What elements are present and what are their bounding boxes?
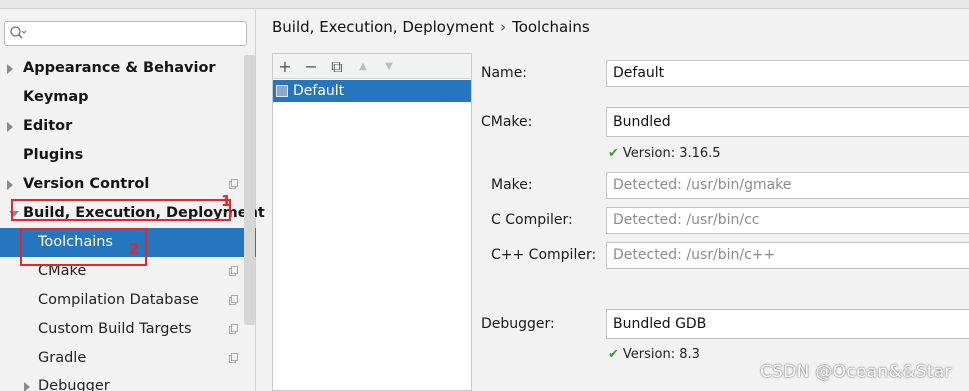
window-title-strip — [0, 0, 969, 9]
sidebar-item-label: Plugins — [23, 147, 84, 163]
sidebar-item-appearance[interactable]: Appearance & Behavior — [0, 54, 244, 83]
toolchain-icon — [276, 85, 288, 97]
annotation-box-2 — [20, 228, 147, 266]
copy-toolchain-button[interactable]: ⧉ — [327, 57, 347, 77]
debugger-version-text: Version: 8.3 — [622, 347, 700, 362]
cmake-version: ✔ Version: 3.16.5 — [608, 146, 721, 161]
sidebar-item-label: Compilation Database — [38, 292, 199, 308]
sidebar-item-custom-build-targets[interactable]: Custom Build Targets — [0, 315, 244, 344]
sidebar-scrollbar[interactable] — [244, 55, 255, 325]
cmake-label: CMake: — [481, 114, 533, 130]
sidebar-item-label: Custom Build Targets — [38, 321, 192, 337]
debugger-version: ✔ Version: 8.3 — [608, 347, 700, 362]
project-settings-icon — [229, 353, 238, 363]
name-field[interactable]: Default — [606, 60, 969, 87]
project-settings-icon — [229, 324, 238, 334]
expand-arrow-icon[interactable] — [24, 382, 30, 391]
expand-arrow-icon[interactable] — [7, 64, 13, 74]
sidebar-item-gradle[interactable]: Gradle — [0, 344, 244, 373]
breadcrumb-separator: › — [500, 18, 507, 36]
make-field[interactable]: Detected: /usr/bin/gmake — [606, 172, 969, 199]
c-compiler-label: C Compiler: — [491, 212, 573, 228]
debugger-label: Debugger: — [481, 316, 555, 332]
cpp-compiler-label: C++ Compiler: — [491, 247, 597, 263]
sidebar-item-compilation-database[interactable]: Compilation Database — [0, 286, 244, 315]
c-compiler-field[interactable]: Detected: /usr/bin/cc — [606, 207, 969, 234]
sidebar-item-label: Version Control — [23, 176, 150, 192]
sidebar-item-plugins[interactable]: Plugins — [0, 141, 244, 170]
project-settings-icon — [229, 266, 238, 276]
remove-toolchain-button[interactable]: − — [301, 57, 321, 77]
make-label: Make: — [491, 177, 533, 193]
watermark: CSDN @Ocean&&Star — [760, 362, 952, 382]
project-settings-icon — [229, 179, 238, 189]
sidebar-item-label: Editor — [23, 118, 73, 134]
check-icon: ✔ — [608, 347, 619, 362]
annotation-number-2: 2 — [129, 240, 140, 258]
search-icon — [10, 26, 27, 39]
toolchain-list — [272, 53, 472, 391]
sidebar-item-label: Debugger — [38, 378, 110, 391]
search-input[interactable] — [4, 21, 247, 46]
breadcrumb-current: Toolchains — [512, 18, 590, 36]
move-down-button[interactable]: ▼ — [379, 57, 399, 77]
check-icon: ✔ — [608, 146, 619, 161]
toolchain-name: Default — [293, 83, 345, 99]
debugger-select[interactable]: Bundled GDB — [606, 309, 969, 339]
cpp-compiler-field[interactable]: Detected: /usr/bin/c++ — [606, 242, 969, 269]
sidebar-item-label: Keymap — [23, 89, 89, 105]
annotation-box-1 — [11, 199, 231, 221]
breadcrumb: Build, Execution, Deployment › Toolchains — [272, 18, 590, 36]
move-up-button[interactable]: ▲ — [353, 57, 373, 77]
sidebar-item-editor[interactable]: Editor — [0, 112, 244, 141]
expand-arrow-icon[interactable] — [7, 180, 13, 190]
add-toolchain-button[interactable]: + — [275, 57, 295, 77]
breadcrumb-parent: Build, Execution, Deployment — [272, 18, 495, 36]
toolchain-list-item[interactable]: Default — [273, 80, 471, 102]
name-label: Name: — [481, 65, 528, 81]
sidebar-item-version-control[interactable]: Version Control — [0, 170, 244, 199]
expand-arrow-icon[interactable] — [7, 122, 13, 132]
annotation-number-1: 1 — [221, 192, 232, 210]
sidebar-item-debugger[interactable]: Debugger — [0, 372, 244, 391]
sidebar-item-keymap[interactable]: Keymap — [0, 83, 244, 112]
cmake-select[interactable]: Bundled — [606, 107, 969, 137]
cmake-version-text: Version: 3.16.5 — [622, 146, 721, 161]
toolchain-list-toolbar: + − ⧉ ▲ ▼ — [272, 53, 472, 79]
project-settings-icon — [229, 295, 238, 305]
sidebar-item-label: Gradle — [38, 350, 87, 366]
sidebar-item-label: Appearance & Behavior — [23, 60, 216, 76]
